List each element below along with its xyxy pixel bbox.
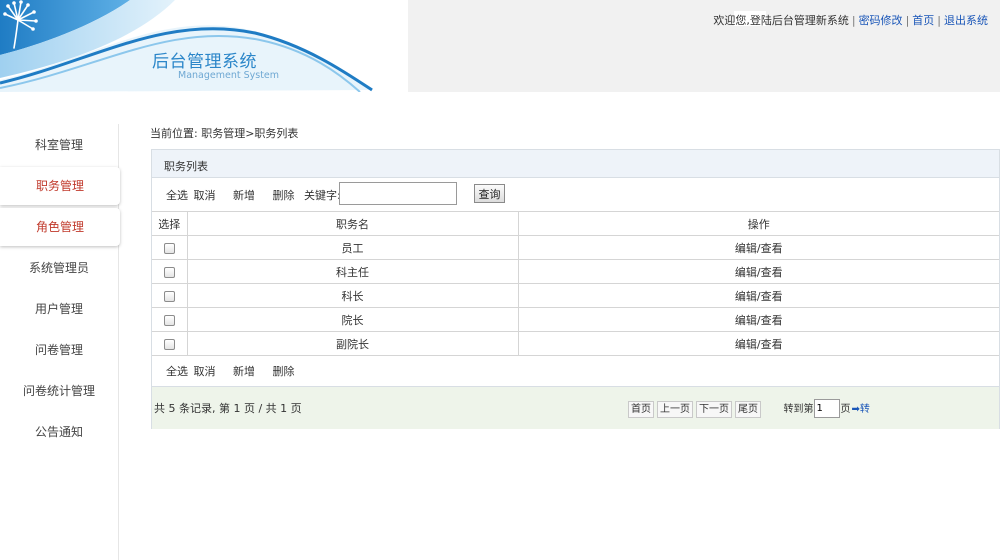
header-banner: 后台管理系统 Management System bbox=[0, 0, 406, 92]
action-cell: 编辑/查看 bbox=[517, 331, 999, 356]
delete-button[interactable]: 删除 bbox=[273, 189, 295, 202]
sidebar-item-notice[interactable]: 公告通知 bbox=[0, 413, 118, 451]
position-list-panel: 职务列表 全选 取消 新增 删除 关键字: 查询 选择 职务名 操作 员工 编辑… bbox=[151, 149, 1000, 429]
add-button[interactable]: 新增 bbox=[233, 365, 255, 378]
edit-view-link[interactable]: 编辑/查看 bbox=[735, 242, 783, 255]
edit-view-link[interactable]: 编辑/查看 bbox=[735, 266, 783, 279]
select-cell bbox=[152, 235, 188, 260]
table-row: 科主任 编辑/查看 bbox=[152, 259, 999, 284]
goto-label: 转到第 bbox=[783, 403, 814, 415]
sidebar-item-sysadmin[interactable]: 系统管理员 bbox=[0, 249, 118, 287]
sidebar-item-department[interactable]: 科室管理 bbox=[0, 126, 118, 164]
sidebar-item-users[interactable]: 用户管理 bbox=[0, 290, 118, 328]
row-checkbox[interactable] bbox=[163, 290, 175, 302]
last-page-button[interactable]: 尾页 bbox=[735, 400, 761, 418]
system-subtitle: Management System bbox=[178, 70, 280, 81]
sidebar-item-questionnaire-stats[interactable]: 问卷统计管理 bbox=[0, 372, 118, 410]
pagination-bar: 共 5 条记录, 第 1 页 / 共 1 页 首页上一页下一页尾页 转到第 页➡转 bbox=[152, 386, 999, 429]
position-name-cell: 科主任 bbox=[186, 259, 519, 284]
sidebar: 科室管理 职务管理 角色管理 系统管理员 用户管理 问卷管理 问卷统计管理 公告… bbox=[0, 124, 120, 560]
select-cell bbox=[152, 283, 188, 308]
page-unit-label: 页 bbox=[840, 403, 851, 415]
position-name-cell: 员工 bbox=[186, 235, 519, 260]
row-checkbox[interactable] bbox=[163, 242, 175, 254]
select-cell bbox=[152, 307, 188, 332]
table-row: 副院长 编辑/查看 bbox=[152, 331, 999, 356]
system-title: 后台管理系统 bbox=[152, 52, 257, 72]
sidebar-item-position[interactable]: 职务管理 bbox=[0, 167, 120, 205]
toolbar-bottom: 全选 取消 新增 删除 bbox=[166, 363, 295, 379]
change-password-link[interactable]: 密码修改 bbox=[859, 14, 903, 27]
column-header-actions: 操作 bbox=[517, 211, 999, 236]
welcome-text: 欢迎您,登陆后台管理新系统 bbox=[713, 14, 849, 27]
keyword-label: 关键字: bbox=[304, 189, 341, 202]
separator: | bbox=[851, 14, 856, 27]
table-row: 科长 编辑/查看 bbox=[152, 283, 999, 308]
go-button[interactable]: ➡转 bbox=[852, 400, 870, 415]
table-row: 员工 编辑/查看 bbox=[152, 235, 999, 260]
select-all-button[interactable]: 全选 bbox=[166, 189, 188, 202]
separator: | bbox=[905, 14, 910, 27]
panel-header: 职务列表 bbox=[152, 150, 999, 178]
panel-title: 职务列表 bbox=[164, 160, 208, 173]
position-name-cell: 科长 bbox=[186, 283, 519, 308]
column-header-select: 选择 bbox=[152, 211, 188, 236]
first-page-button[interactable]: 首页 bbox=[628, 400, 654, 418]
row-checkbox[interactable] bbox=[163, 266, 175, 278]
edit-view-link[interactable]: 编辑/查看 bbox=[735, 314, 783, 327]
add-button[interactable]: 新增 bbox=[233, 189, 255, 202]
record-info: 共 5 条记录, 第 1 页 / 共 1 页 bbox=[154, 402, 302, 415]
next-page-button[interactable]: 下一页 bbox=[696, 400, 732, 418]
action-cell: 编辑/查看 bbox=[517, 235, 999, 260]
action-cell: 编辑/查看 bbox=[517, 307, 999, 332]
cancel-selection-button[interactable]: 取消 bbox=[194, 365, 216, 378]
query-button[interactable]: 查询 bbox=[474, 184, 505, 203]
action-cell: 编辑/查看 bbox=[517, 259, 999, 284]
breadcrumb: 当前位置: 职务管理>职务列表 bbox=[150, 127, 299, 140]
action-cell: 编辑/查看 bbox=[517, 283, 999, 308]
header: 后台管理系统 Management System 欢迎您,登陆后台管理新系统 | 密… bbox=[0, 0, 1000, 94]
toolbar-top: 全选 取消 新增 删除 bbox=[166, 187, 295, 203]
row-checkbox[interactable] bbox=[163, 338, 175, 350]
top-links: 欢迎您,登陆后台管理新系统 | 密码修改 | 首页 | 退出系统 bbox=[713, 12, 988, 28]
sidebar-item-role[interactable]: 角色管理 bbox=[0, 208, 120, 246]
keyword-input[interactable] bbox=[339, 182, 457, 205]
edit-view-link[interactable]: 编辑/查看 bbox=[735, 290, 783, 303]
row-checkbox[interactable] bbox=[163, 314, 175, 326]
table-row: 院长 编辑/查看 bbox=[152, 307, 999, 332]
select-cell bbox=[152, 259, 188, 284]
cancel-selection-button[interactable]: 取消 bbox=[194, 189, 216, 202]
delete-button[interactable]: 删除 bbox=[273, 365, 295, 378]
table-header-row: 选择 职务名 操作 bbox=[152, 211, 999, 236]
dandelion-logo-icon bbox=[3, 0, 38, 49]
separator: | bbox=[937, 14, 941, 27]
column-header-position-name: 职务名 bbox=[186, 211, 519, 236]
select-cell bbox=[152, 331, 188, 356]
page-number-input[interactable] bbox=[813, 399, 840, 418]
select-all-button[interactable]: 全选 bbox=[166, 365, 188, 378]
position-name-cell: 副院长 bbox=[186, 331, 519, 356]
prev-page-button[interactable]: 上一页 bbox=[657, 400, 693, 418]
sidebar-item-questionnaire[interactable]: 问卷管理 bbox=[0, 331, 118, 369]
pager: 首页上一页下一页尾页 转到第 页➡转 bbox=[628, 399, 870, 418]
position-table: 选择 职务名 操作 员工 编辑/查看 科主任 编辑/查看 科长 编辑/查看 院长… bbox=[152, 211, 999, 356]
position-name-cell: 院长 bbox=[186, 307, 519, 332]
home-link[interactable]: 首页 bbox=[912, 14, 934, 27]
edit-view-link[interactable]: 编辑/查看 bbox=[735, 338, 783, 351]
logout-link[interactable]: 退出系统 bbox=[944, 14, 988, 27]
